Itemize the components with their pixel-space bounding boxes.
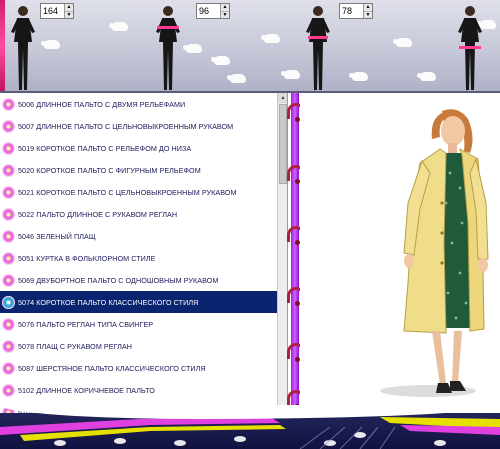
list-item[interactable]: 5022 ПАЛЬТО ДЛИННОЕ С РУКАВОМ РЕГЛАН xyxy=(0,203,277,225)
model-list[interactable]: 5006 ДЛИННОЕ ПАЛЬТО С ДВУМЯ РЕЛЬЕФАМИ 500… xyxy=(0,93,288,415)
flower-icon xyxy=(2,207,15,221)
list-item-label: 5022 ПАЛЬТО ДЛИННОЕ С РУКАВОМ РЕГЛАН xyxy=(18,209,178,219)
scroll-up-icon[interactable]: ▲ xyxy=(278,93,287,103)
flower-icon xyxy=(2,229,15,243)
list-item[interactable]: 5074 КОРОТКОЕ ПАЛЬТО КЛАССИЧЕСКОГО СТИЛЯ xyxy=(0,291,277,313)
list-item[interactable]: 5069 ДВУБОРТНОЕ ПАЛЬТО С ОДНОШОВНЫМ РУКА… xyxy=(0,269,277,291)
spin-up-icon[interactable]: ▲ xyxy=(65,4,73,11)
bust-value[interactable]: 96 xyxy=(197,4,220,18)
flower-icon xyxy=(2,339,15,353)
list-item-label: 5021 КОРОТКОЕ ПАЛЬТО С ЦЕЛЬНОВЫКРОЕННЫМ … xyxy=(18,187,237,197)
flower-icon xyxy=(2,317,15,331)
flower-icon xyxy=(2,185,15,199)
waist-value[interactable]: 78 xyxy=(340,4,363,18)
list-item[interactable]: 5102 ДЛИННОЕ КОРИЧНЕВОЕ ПАЛЬТО xyxy=(0,379,277,401)
flower-icon xyxy=(2,141,15,155)
list-item-label: 5076 ПАЛЬТО РЕГЛАН ТИПА СВИНГЕР xyxy=(18,319,154,329)
figure-waist-icon[interactable] xyxy=(300,2,336,92)
list-item-label: 5051 КУРТКА В ФОЛЬКЛОРНОМ СТИЛЕ xyxy=(18,253,156,263)
figure-measurement-bar: 164 ▲ ▼ 96 ▲ ▼ 78 ▲ ▼ xyxy=(0,0,500,93)
binder-spine xyxy=(291,93,299,423)
spin-down-icon[interactable]: ▼ xyxy=(221,11,229,19)
list-item[interactable]: 5007 ДЛИННОЕ ПАЛЬТО С ЦЕЛЬНОВЫКРОЕННЫМ Р… xyxy=(0,115,277,137)
fashion-model-illustration xyxy=(380,109,489,397)
height-spinner[interactable]: 164 ▲ ▼ xyxy=(40,3,74,19)
list-item[interactable]: 5076 ПАЛЬТО РЕГЛАН ТИПА СВИНГЕР xyxy=(0,313,277,335)
flower-icon xyxy=(2,251,15,265)
spin-down-icon[interactable]: ▼ xyxy=(364,11,372,19)
list-item[interactable]: 5020 КОРОТКОЕ ПАЛЬТО С ФИГУРНЫМ РЕЛЬЕФОМ xyxy=(0,159,277,181)
figure-full-icon[interactable] xyxy=(5,2,41,92)
sheep-icon xyxy=(393,38,412,47)
flower-icon xyxy=(2,361,15,375)
spin-up-icon[interactable]: ▲ xyxy=(364,4,372,11)
model-list-items: 5006 ДЛИННОЕ ПАЛЬТО С ДВУМЯ РЕЛЬЕФАМИ 500… xyxy=(0,93,277,415)
spin-down-icon[interactable]: ▼ xyxy=(65,11,73,19)
list-item-label: 5046 ЗЕЛЕНЫЙ ПЛАЩ xyxy=(18,231,96,241)
list-item-label: 5102 ДЛИННОЕ КОРИЧНЕВОЕ ПАЛЬТО xyxy=(18,385,155,395)
sheep-icon xyxy=(227,74,246,83)
waist-spinner[interactable]: 78 ▲ ▼ xyxy=(339,3,373,19)
flower-icon xyxy=(2,97,15,111)
sheep-icon xyxy=(349,72,368,81)
list-item-label: 5020 КОРОТКОЕ ПАЛЬТО С ФИГУРНЫМ РЕЛЬЕФОМ xyxy=(18,165,201,175)
list-item-label: 5074 КОРОТКОЕ ПАЛЬТО КЛАССИЧЕСКОГО СТИЛЯ xyxy=(18,297,199,307)
sheep-icon xyxy=(183,44,202,53)
list-item[interactable]: 5006 ДЛИННОЕ ПАЛЬТО С ДВУМЯ РЕЛЬЕФАМИ xyxy=(0,93,277,115)
figure-hips-icon[interactable] xyxy=(452,2,488,92)
spin-up-icon[interactable]: ▲ xyxy=(221,4,229,11)
list-item-label: 5069 ДВУБОРТНОЕ ПАЛЬТО С ОДНОШОВНЫМ РУКА… xyxy=(18,275,219,285)
bust-spinner[interactable]: 96 ▲ ▼ xyxy=(196,3,230,19)
list-item[interactable]: 5078 ПЛАЩ С РУКАВОМ РЕГЛАН xyxy=(0,335,277,357)
list-item[interactable]: 5087 ШЕРСТЯНОЕ ПАЛЬТО КЛАССИЧЕСКОГО СТИЛ… xyxy=(0,357,277,379)
list-item[interactable]: 5019 КОРОТКОЕ ПАЛЬТО С РЕЛЬЕФОМ ДО НИЗА xyxy=(0,137,277,159)
list-item-label: 5019 КОРОТКОЕ ПАЛЬТО С РЕЛЬЕФОМ ДО НИЗА xyxy=(18,143,192,153)
sheep-icon xyxy=(281,70,300,79)
list-item-label: 5007 ДЛИННОЕ ПАЛЬТО С ЦЕЛЬНОВЫКРОЕННЫМ Р… xyxy=(18,121,234,131)
sheep-icon xyxy=(211,56,230,65)
list-item-label: 5078 ПЛАЩ С РУКАВОМ РЕГЛАН xyxy=(18,341,132,351)
height-value[interactable]: 164 xyxy=(41,4,64,18)
scroll-thumb[interactable] xyxy=(279,104,287,184)
list-item-label: 5006 ДЛИННОЕ ПАЛЬТО С ДВУМЯ РЕЛЬЕФАМИ xyxy=(18,99,186,109)
flower-icon xyxy=(2,383,15,397)
flower-icon xyxy=(2,273,15,287)
sheep-icon xyxy=(41,40,60,49)
list-item[interactable]: 5046 ЗЕЛЕНЫЙ ПЛАЩ xyxy=(0,225,277,247)
list-item[interactable]: 5021 КОРОТКОЕ ПАЛЬТО С ЦЕЛЬНОВЫКРОЕННЫМ … xyxy=(0,181,277,203)
sheep-icon xyxy=(417,72,436,81)
sheep-icon xyxy=(109,22,128,31)
figure-bust-icon[interactable] xyxy=(150,2,186,92)
flower-icon xyxy=(2,295,15,309)
list-item-label: 5087 ШЕРСТЯНОЕ ПАЛЬТО КЛАССИЧЕСКОГО СТИЛ… xyxy=(18,363,206,373)
model-preview xyxy=(300,93,500,413)
list-item[interactable]: 5051 КУРТКА В ФОЛЬКЛОРНОМ СТИЛЕ xyxy=(0,247,277,269)
flower-icon xyxy=(2,119,15,133)
list-scrollbar[interactable]: ▲ ▼ xyxy=(277,93,287,415)
flower-icon xyxy=(2,163,15,177)
sheep-icon xyxy=(261,34,280,43)
